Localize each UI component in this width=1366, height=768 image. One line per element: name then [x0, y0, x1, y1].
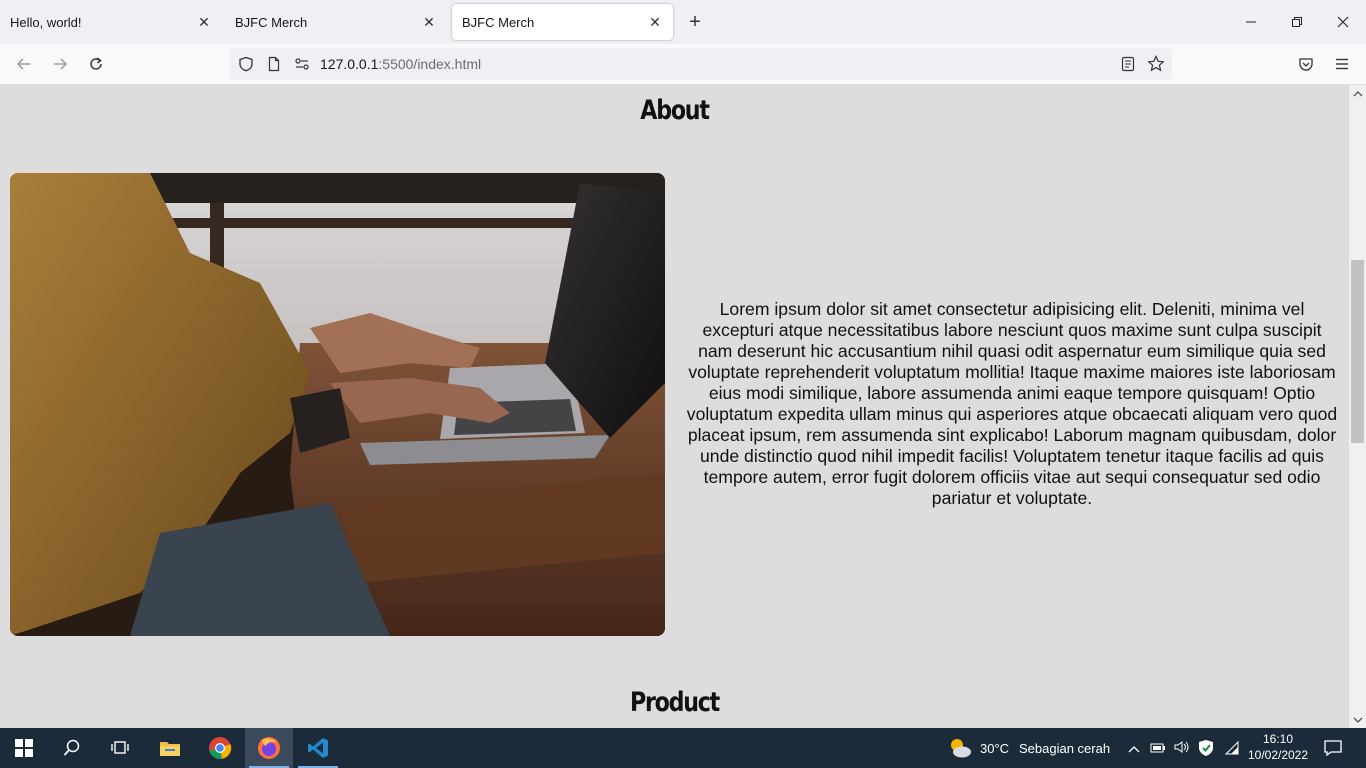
about-heading: About: [640, 95, 710, 126]
tab-hello-world[interactable]: Hello, world! ✕: [0, 4, 222, 40]
tab-title: BJFC Merch: [462, 14, 535, 30]
page-viewport: About Lorem ipsum dolor sit amet consect…: [0, 85, 1349, 728]
url-host: 127.0.0.1: [320, 56, 379, 72]
close-tab-icon[interactable]: ✕: [194, 12, 214, 32]
close-tab-icon[interactable]: ✕: [419, 12, 439, 32]
windows-start-icon: [15, 739, 33, 757]
shield-icon[interactable]: [232, 50, 260, 78]
new-tab-button[interactable]: +: [683, 10, 707, 34]
site-permissions-icon[interactable]: [288, 50, 316, 78]
scroll-up-arrow-icon[interactable]: [1349, 85, 1366, 102]
forward-button[interactable]: [46, 50, 74, 78]
close-tab-icon[interactable]: ✕: [645, 12, 665, 32]
firefox-button[interactable]: [245, 728, 293, 768]
laptop-photo-illustration: [10, 173, 665, 636]
search-icon: [63, 739, 80, 756]
chrome-button[interactable]: [196, 728, 244, 768]
task-view-button[interactable]: [96, 728, 144, 768]
back-arrow-icon: [16, 58, 30, 70]
volume-icon[interactable]: [1174, 740, 1190, 759]
network-wifi-icon[interactable]: [1224, 740, 1240, 760]
firefox-icon: [258, 737, 280, 759]
battery-icon[interactable]: [1150, 741, 1166, 759]
about-image-laptop-typing: [10, 173, 665, 636]
restore-button[interactable]: [1274, 0, 1320, 44]
start-button[interactable]: [0, 728, 48, 768]
file-explorer-button[interactable]: [146, 728, 194, 768]
weather-temperature[interactable]: 30°C: [980, 741, 1009, 756]
tab-bjfc-merch[interactable]: BJFC Merch ✕: [225, 4, 447, 40]
security-shield-icon[interactable]: [1198, 739, 1214, 762]
url-path: :5500/index.html: [378, 56, 482, 72]
restore-icon: [1292, 17, 1302, 27]
menu-button[interactable]: [1328, 50, 1356, 78]
reload-icon: [90, 57, 102, 70]
page-icon: [260, 50, 288, 78]
tab-title: BJFC Merch: [235, 14, 308, 30]
product-heading: Product: [629, 687, 720, 718]
chrome-icon: [209, 737, 232, 759]
back-button[interactable]: [10, 50, 38, 78]
url-text[interactable]: 127.0.0.1:5500/index.html: [320, 56, 481, 72]
windows-taskbar: 30°C Sebagian cerah 16:10 10/02/2022: [0, 728, 1366, 768]
weather-description[interactable]: Sebagian cerah: [1019, 741, 1110, 756]
navigation-bar: 127.0.0.1:5500/index.html: [0, 44, 1366, 85]
notification-center-icon[interactable]: [1323, 738, 1343, 763]
hamburger-menu-icon: [1336, 58, 1348, 70]
scrollbar-thumb[interactable]: [1351, 260, 1364, 443]
vscode-icon: [308, 738, 328, 758]
minimize-button[interactable]: [1228, 0, 1274, 44]
pocket-button[interactable]: [1292, 50, 1320, 78]
clock-time: 16:10: [1262, 732, 1294, 746]
about-paragraph: Lorem ipsum dolor sit amet consectetur a…: [686, 299, 1338, 508]
clock-date: 10/02/2022: [1247, 748, 1309, 762]
show-hidden-icons-chevron-icon[interactable]: [1128, 741, 1140, 759]
minimize-icon: [1246, 21, 1256, 23]
weather-icon[interactable]: [948, 737, 972, 764]
file-explorer-icon: [160, 742, 180, 756]
task-view-icon: [111, 741, 129, 754]
reload-button[interactable]: [82, 50, 110, 78]
url-bar[interactable]: 127.0.0.1:5500/index.html: [230, 48, 1172, 80]
close-icon: [1337, 16, 1349, 28]
close-window-button[interactable]: [1320, 0, 1366, 44]
system-clock[interactable]: 16:10 10/02/2022: [1246, 731, 1310, 763]
tab-title: Hello, world!: [10, 14, 82, 30]
reader-view-icon[interactable]: [1114, 50, 1142, 78]
pocket-icon: [1299, 58, 1313, 71]
forward-arrow-icon: [54, 58, 68, 70]
tab-strip: Hello, world! ✕ BJFC Merch ✕ BJFC Merch …: [0, 0, 1366, 44]
vertical-scrollbar[interactable]: [1349, 85, 1366, 728]
vscode-button[interactable]: [294, 728, 342, 768]
tab-bjfc-merch-active[interactable]: BJFC Merch ✕: [452, 4, 673, 40]
bookmark-star-icon[interactable]: [1142, 50, 1170, 78]
scroll-down-arrow-icon[interactable]: [1349, 711, 1366, 728]
search-button[interactable]: [48, 728, 96, 768]
